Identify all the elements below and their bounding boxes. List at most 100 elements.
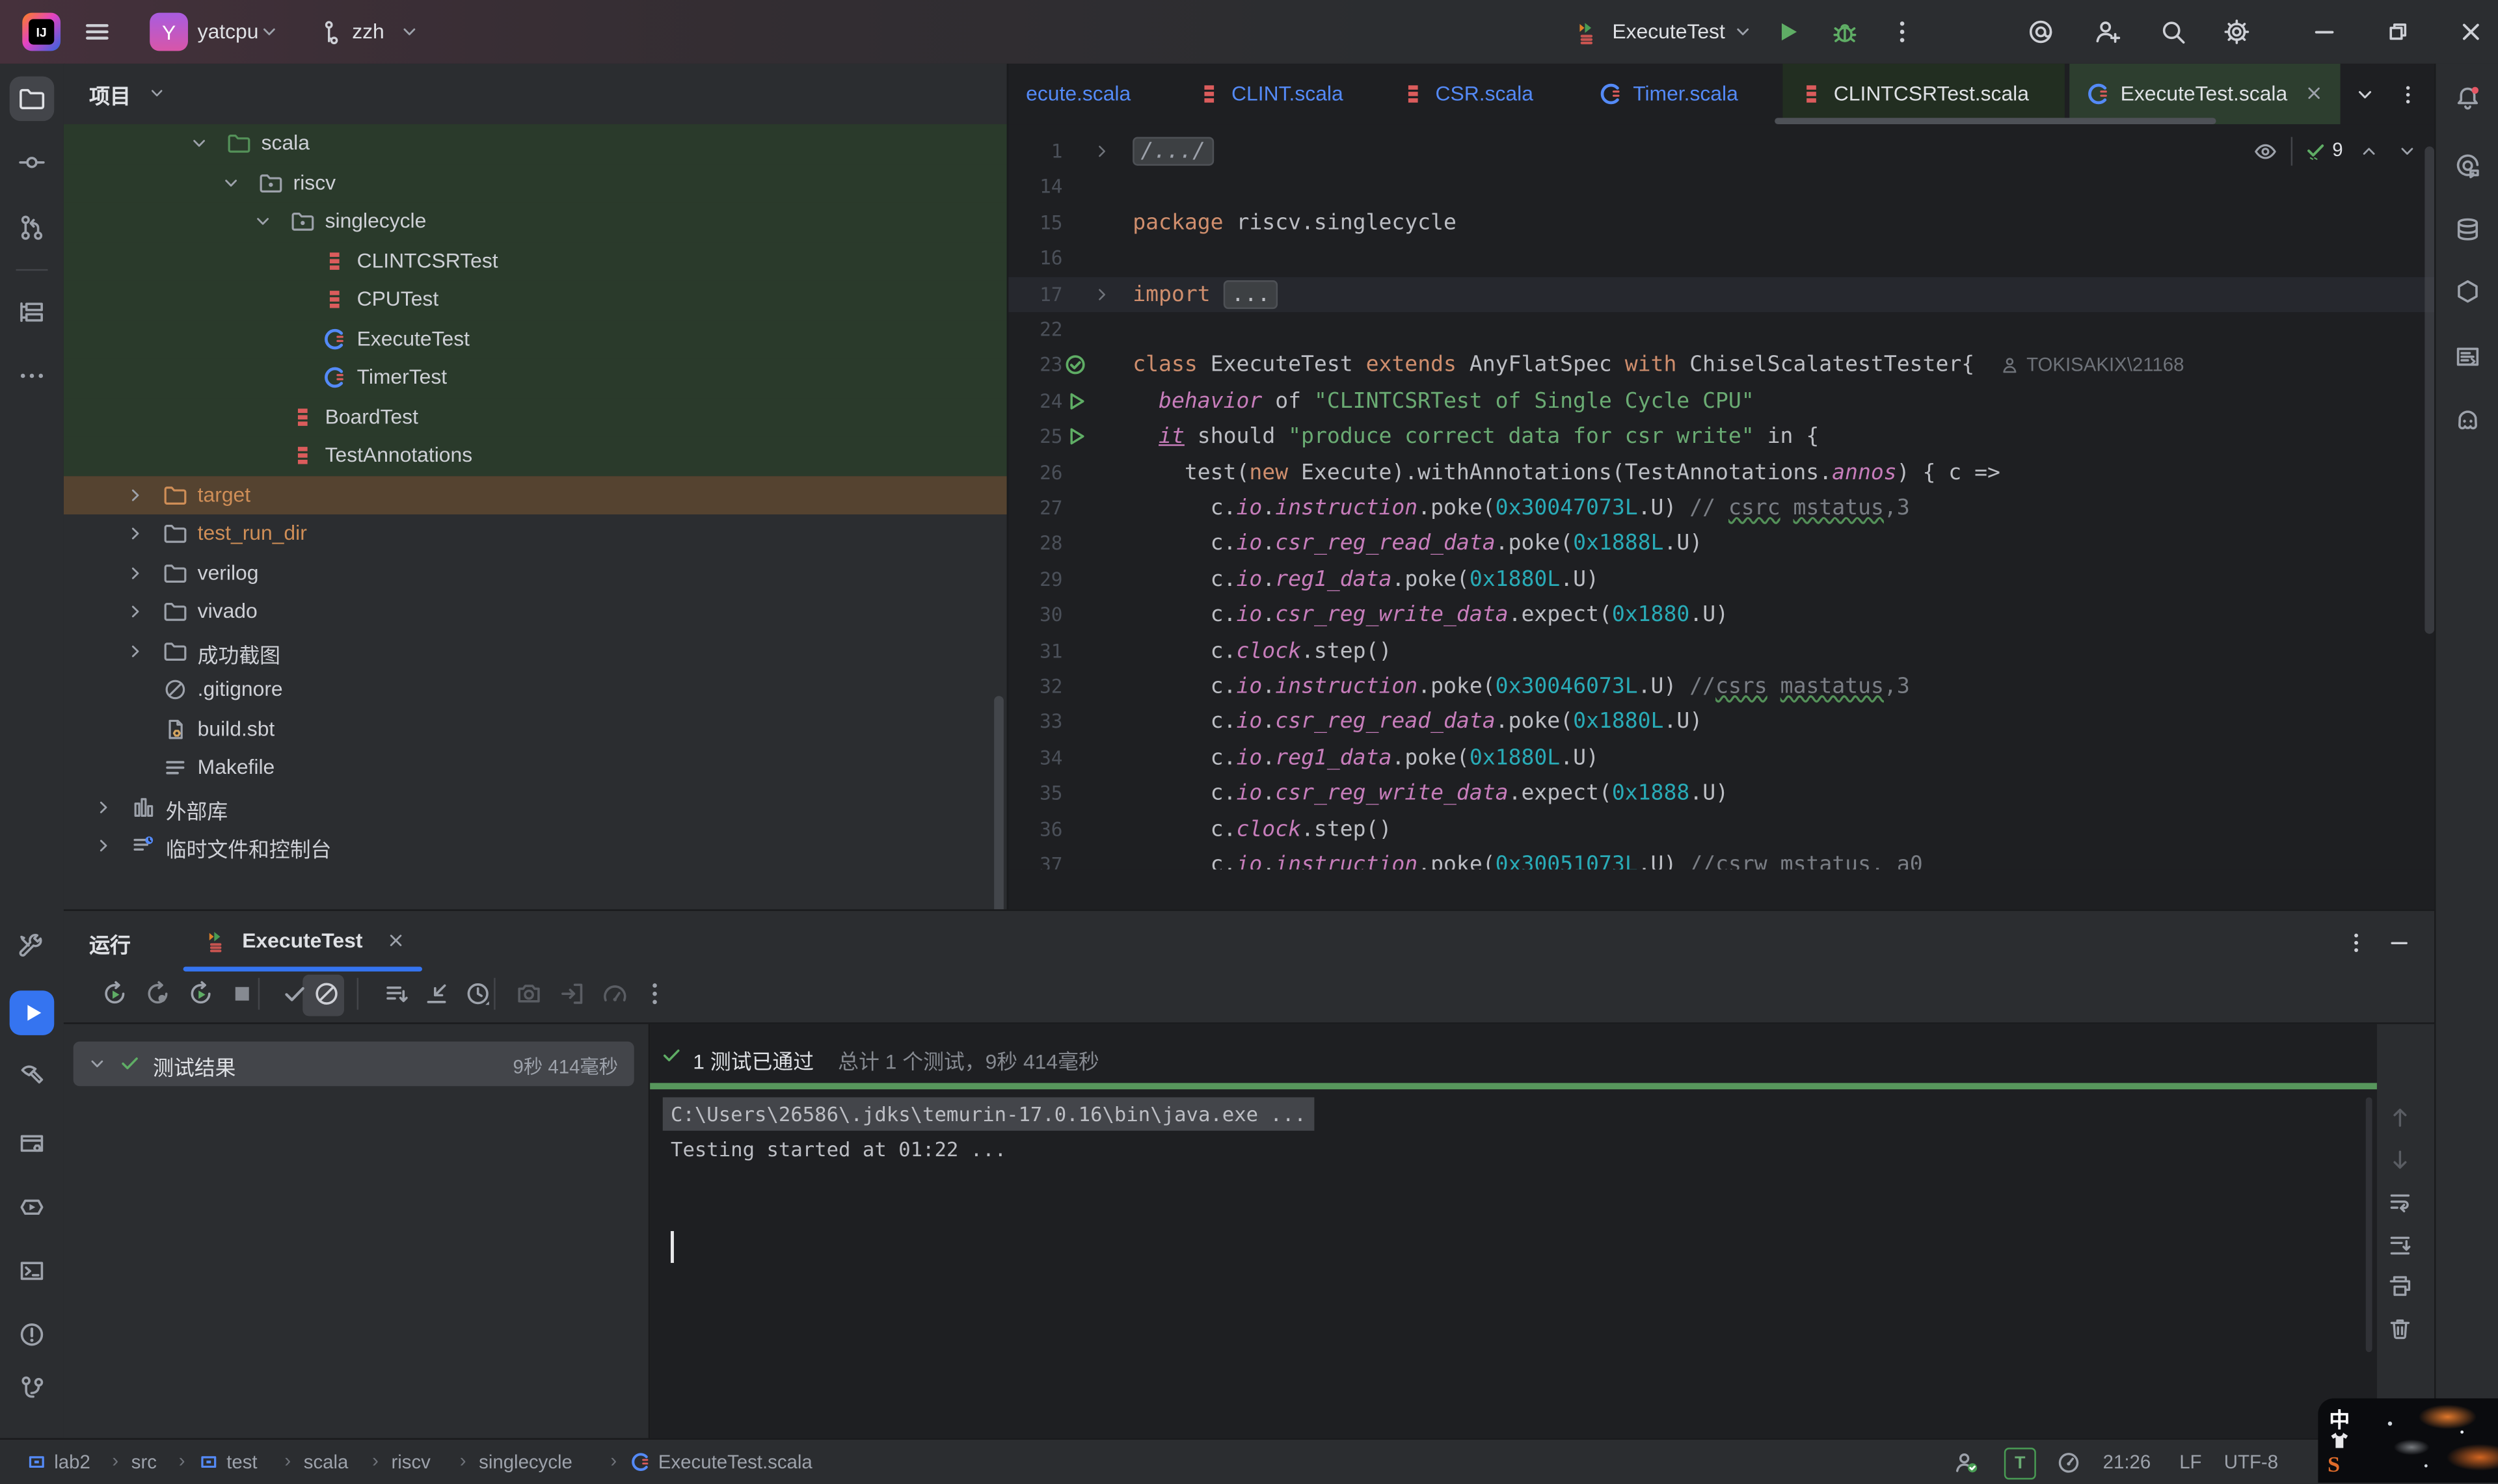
memory-widget[interactable]: [2055, 1450, 2082, 1477]
tree-row[interactable]: 成功截图: [64, 631, 1007, 670]
editor-tab-timer-scala[interactable]: Timer.scala: [1582, 64, 1771, 124]
run-tab-close-button[interactable]: [384, 929, 408, 953]
code-with-me-button[interactable]: [2093, 18, 2122, 46]
problems-tool-button[interactable]: [18, 1320, 46, 1349]
snapshot-button[interactable]: [515, 979, 543, 1008]
run-tool-button[interactable]: [18, 999, 46, 1027]
tree-scrollbar[interactable]: [994, 696, 1004, 909]
sbt-tool-button[interactable]: [18, 933, 46, 962]
run-panel-options-button[interactable]: [2343, 930, 2369, 955]
branch-name[interactable]: zzh: [352, 19, 384, 43]
editor-tab-clintcsrtest-scala[interactable]: CLINTCSRTest.scala: [1782, 64, 2064, 124]
editor-tab-executetest-scala[interactable]: ExecuteTest.scala: [2069, 64, 2340, 124]
run-config-chevron-icon[interactable]: [1732, 21, 1754, 43]
project-chevron-down-icon[interactable]: [258, 21, 280, 43]
tree-row[interactable]: test_run_dir: [64, 514, 1007, 553]
translation-widget[interactable]: T: [2004, 1448, 2036, 1479]
breadcrumb-item[interactable]: scala: [304, 1451, 349, 1473]
tree-expand-chevron-icon[interactable]: [124, 639, 146, 661]
dependencies-tool-button[interactable]: [2453, 277, 2482, 306]
export-button[interactable]: [557, 979, 586, 1008]
breadcrumb-item[interactable]: singlecycle: [479, 1451, 572, 1473]
tree-row[interactable]: CLINTCSRTest: [64, 241, 1007, 280]
gradle-tool-button[interactable]: [2453, 406, 2482, 434]
tree-row[interactable]: vivado: [64, 592, 1007, 631]
tree-row[interactable]: 外部库: [64, 788, 1007, 827]
tree-expand-chevron-icon[interactable]: [92, 795, 114, 817]
soft-wrap-button[interactable]: [2387, 1188, 2414, 1215]
fold-toggle-icon[interactable]: [1092, 283, 1114, 305]
clear-console-button[interactable]: [2387, 1315, 2414, 1342]
branch-icon[interactable]: [316, 19, 343, 46]
next-occurrence-button[interactable]: [2387, 1146, 2414, 1173]
terminal-tool-button[interactable]: [18, 1256, 46, 1285]
tree-row[interactable]: build.sbt: [64, 709, 1007, 749]
tree-row[interactable]: .gitignore: [64, 670, 1007, 709]
import-test-results-button[interactable]: [422, 979, 451, 1008]
tree-row[interactable]: BoardTest: [64, 397, 1007, 436]
vcs-user-widget[interactable]: [1953, 1450, 1980, 1477]
editor-tab-csr-scala[interactable]: CSR.scala: [1384, 64, 1571, 124]
run-tab-executetest[interactable]: ExecuteTest: [183, 911, 425, 972]
more-tools-button[interactable]: [18, 362, 46, 390]
reader-mode-icon[interactable]: [2253, 139, 2278, 164]
tree-expand-chevron-icon[interactable]: [124, 483, 146, 505]
next-problem-button[interactable]: [2396, 140, 2418, 163]
breadcrumb-item[interactable]: test: [226, 1451, 257, 1473]
print-button[interactable]: [2387, 1273, 2414, 1300]
tab-options-button[interactable]: [2396, 83, 2420, 107]
breadcrumb-item[interactable]: lab2: [54, 1451, 90, 1473]
editor-tab-ecute-scala[interactable]: ecute.scala: [1010, 64, 1170, 124]
rerun-failed-button[interactable]: [143, 979, 172, 1008]
show-ignored-filter-button[interactable]: [312, 979, 341, 1008]
tab-bar-scrollbar[interactable]: [1775, 118, 2216, 124]
commit-tool-button[interactable]: [18, 148, 46, 177]
tree-row[interactable]: CPUTest: [64, 280, 1007, 319]
structure-tool-button[interactable]: [18, 298, 46, 326]
branch-chevron-down-icon[interactable]: [398, 21, 420, 43]
run-config-name[interactable]: ExecuteTest: [1612, 19, 1725, 43]
tree-expand-chevron-icon[interactable]: [124, 600, 146, 622]
breadcrumb-item[interactable]: ExecuteTest.scala: [658, 1451, 813, 1473]
tree-expand-chevron-icon[interactable]: [92, 834, 114, 856]
tree-row[interactable]: riscv: [64, 163, 1007, 202]
run-test-gutter-icon[interactable]: [1062, 424, 1088, 449]
tree-row[interactable]: scala: [64, 124, 1007, 163]
toggle-auto-test-button[interactable]: [187, 979, 215, 1008]
tree-row[interactable]: Makefile: [64, 749, 1007, 788]
project-name[interactable]: yatcpu: [198, 19, 259, 43]
vcs-tool-button[interactable]: [18, 1374, 46, 1403]
project-tool-button[interactable]: [18, 85, 46, 113]
tree-row[interactable]: 临时文件和控制台: [64, 827, 1007, 866]
sbt-shell-tool-button[interactable]: [18, 1129, 46, 1158]
rerun-button[interactable]: [100, 979, 129, 1008]
main-menu[interactable]: [83, 18, 111, 46]
build-tool-button[interactable]: [18, 1061, 46, 1089]
sort-by-duration-button[interactable]: [464, 979, 492, 1008]
line-separator-widget[interactable]: LF: [2179, 1451, 2201, 1473]
debug-button[interactable]: [1831, 18, 1859, 46]
window-restore-button[interactable]: [2384, 18, 2412, 46]
scroll-to-end-button[interactable]: [2387, 1230, 2414, 1258]
documentation-tool-button[interactable]: [2453, 343, 2482, 371]
tree-row[interactable]: ExecuteTest: [64, 319, 1007, 358]
code-editor[interactable]: 1/.../1415package riscv.singlecycle1617i…: [1007, 124, 2436, 869]
tree-row[interactable]: target: [64, 475, 1007, 514]
tree-row[interactable]: singlecycle: [64, 202, 1007, 241]
test-results-row[interactable]: 测试结果9秒 414毫秒: [74, 1042, 634, 1087]
services-tool-button[interactable]: [18, 1193, 46, 1221]
results-collapse-chevron-icon[interactable]: [86, 1053, 108, 1075]
project-avatar[interactable]: Y: [150, 13, 188, 51]
breadcrumb-item[interactable]: src: [131, 1451, 157, 1473]
editor-scrollbar[interactable]: [2424, 146, 2434, 633]
encoding-widget[interactable]: UTF-8: [2224, 1451, 2278, 1473]
stop-button[interactable]: [228, 979, 256, 1008]
pull-requests-tool-button[interactable]: [18, 213, 46, 242]
ide-logo[interactable]: IJ: [22, 13, 60, 51]
ai-assistant-tool-button[interactable]: [2453, 152, 2482, 180]
ime-skin-icon[interactable]: [2328, 1429, 2352, 1453]
run-panel-hide-button[interactable]: [2387, 930, 2412, 955]
test-passed-gutter-icon[interactable]: [1062, 352, 1088, 378]
run-test-gutter-icon[interactable]: [1062, 388, 1088, 414]
profiler-button[interactable]: [600, 979, 629, 1008]
